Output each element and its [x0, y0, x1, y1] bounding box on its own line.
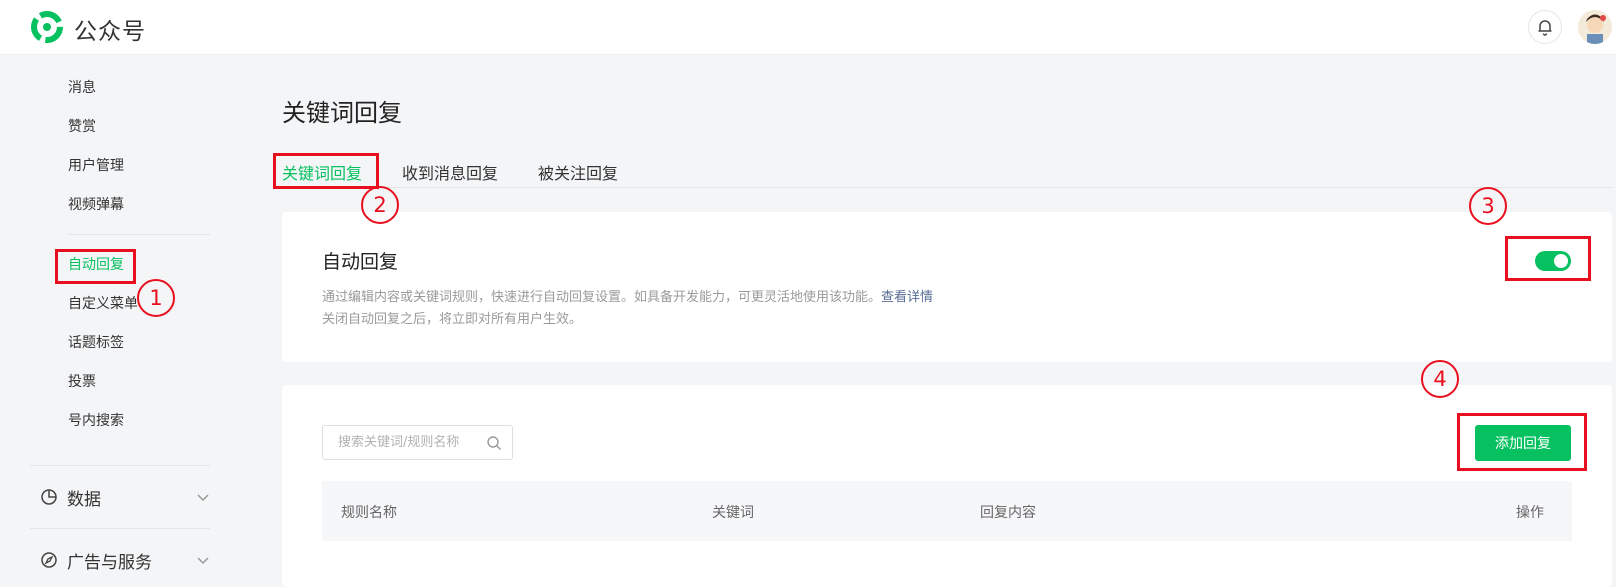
- sidebar-item-account-search[interactable]: 号内搜索: [68, 410, 124, 430]
- annotation-marker-4: 4: [1421, 360, 1459, 398]
- annotation-marker-2: 2: [361, 186, 399, 224]
- auto-reply-title: 自动回复: [322, 251, 399, 273]
- page-title: 关键词回复: [282, 99, 402, 127]
- view-details-link[interactable]: 查看详情: [881, 290, 933, 305]
- annotation-box-3: [1505, 236, 1591, 281]
- sidebar-divider: [68, 234, 210, 235]
- annotation-marker-3: 3: [1469, 187, 1507, 225]
- sidebar-divider: [30, 528, 210, 529]
- sidebar-group-label: 数据: [67, 489, 101, 510]
- bell-icon: [1538, 20, 1552, 36]
- sidebar-item-user-management[interactable]: 用户管理: [68, 155, 124, 175]
- annotation-box-1: [55, 249, 136, 284]
- top-bar: 公众号: [0, 0, 1616, 55]
- sidebar-item-topic-tags[interactable]: 话题标签: [68, 332, 124, 352]
- search-icon[interactable]: [486, 435, 502, 451]
- sidebar-group-ads-services[interactable]: 广告与服务: [40, 547, 210, 573]
- sidebar-divider: [30, 465, 210, 466]
- auto-reply-card: 自动回复 通过编辑内容或关键词规则，快速进行自动回复设置。如具备开发能力，可更灵…: [282, 212, 1612, 362]
- pie-chart-icon: [41, 489, 57, 505]
- annotation-box-2: [273, 153, 379, 189]
- avatar[interactable]: [1578, 10, 1612, 44]
- chevron-down-icon: [197, 557, 209, 565]
- sidebar-group-data[interactable]: 数据: [40, 484, 210, 510]
- brand-title: 公众号: [74, 19, 146, 45]
- sidebar: 消息 赞赏 用户管理 视频弹幕 自动回复 自定义菜单 话题标签 投票 号内搜索 …: [0, 56, 240, 587]
- annotation-marker-1: 1: [137, 279, 175, 317]
- notification-button[interactable]: [1528, 10, 1562, 44]
- tab-message-reply[interactable]: 收到消息回复: [402, 160, 498, 184]
- sidebar-item-video-danmaku[interactable]: 视频弹幕: [68, 194, 124, 214]
- search-input[interactable]: [323, 426, 488, 459]
- tab-follow-reply[interactable]: 被关注回复: [538, 160, 618, 184]
- column-header-rule-name: 规则名称: [341, 505, 397, 521]
- sidebar-group-label: 广告与服务: [67, 552, 152, 573]
- column-header-reply-content: 回复内容: [980, 505, 1036, 521]
- chevron-down-icon: [197, 494, 209, 502]
- sidebar-item-rewards[interactable]: 赞赏: [68, 116, 96, 136]
- sidebar-item-voting[interactable]: 投票: [68, 371, 96, 391]
- tabs-underline: [282, 187, 1612, 188]
- description-text: 通过编辑内容或关键词规则，快速进行自动回复设置。如具备开发能力，可更灵活地使用该…: [322, 290, 882, 305]
- sidebar-item-custom-menu[interactable]: 自定义菜单: [68, 293, 138, 313]
- search-box[interactable]: [322, 425, 513, 460]
- rules-card: 添加回复 规则名称 关键词 回复内容 操作: [282, 385, 1612, 587]
- column-header-actions: 操作: [1516, 505, 1544, 521]
- rules-table-header: 规则名称 关键词 回复内容 操作: [322, 481, 1572, 541]
- annotation-box-4: [1457, 413, 1587, 471]
- column-header-keyword: 关键词: [712, 505, 754, 521]
- sidebar-item-messages[interactable]: 消息: [68, 77, 96, 97]
- compass-icon: [41, 552, 57, 568]
- wechat-logo-icon: [31, 11, 63, 43]
- auto-reply-note: 关闭自动回复之后，将立即对所有用户生效。: [322, 312, 583, 327]
- avatar-image: [1578, 10, 1612, 44]
- auto-reply-description: 通过编辑内容或关键词规则，快速进行自动回复设置。如具备开发能力，可更灵活地使用该…: [322, 286, 933, 305]
